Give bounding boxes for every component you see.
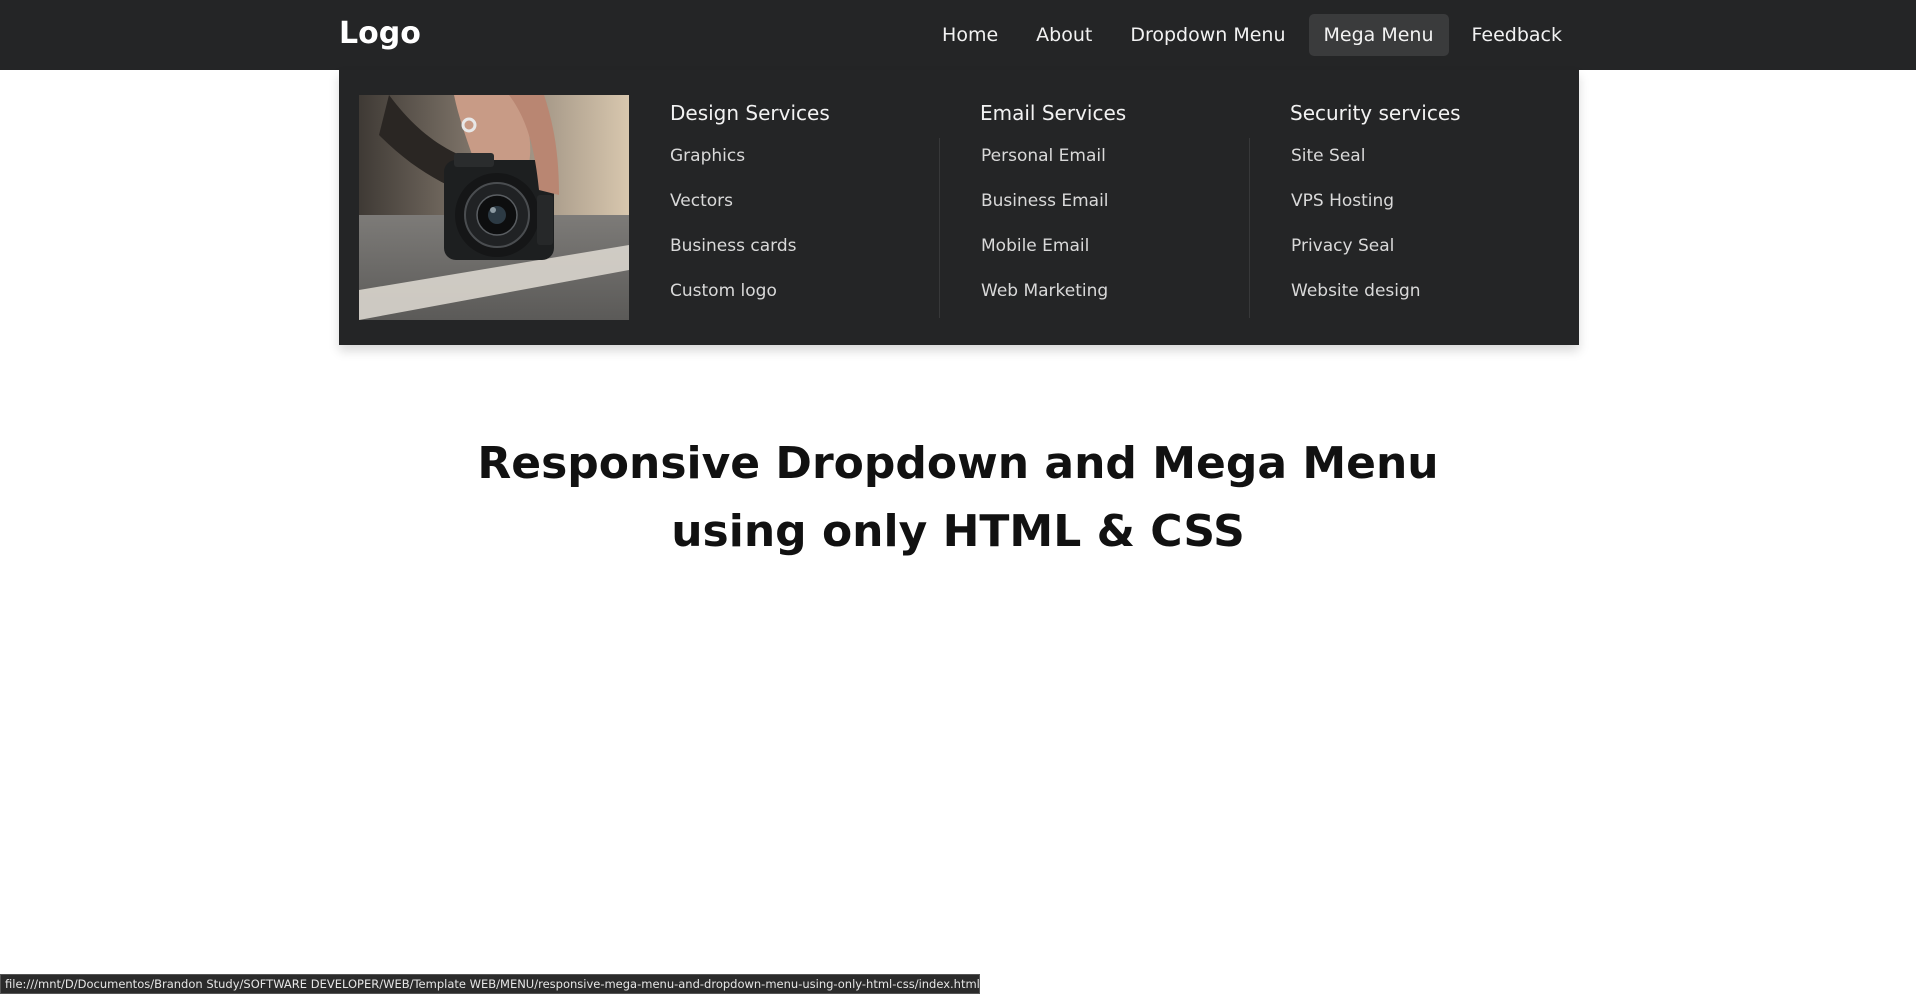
column-heading: Security services <box>1290 101 1461 125</box>
hero-line-2: using only HTML & CSS <box>671 506 1245 557</box>
menu-item[interactable]: Vectors <box>670 183 949 228</box>
column-list: Site Seal VPS Hosting Privacy Seal Websi… <box>1249 138 1569 318</box>
mega-menu-panel: Design Services Graphics Vectors Busines… <box>339 70 1579 345</box>
camera-photo-illustration <box>359 95 629 320</box>
menu-item[interactable]: Mobile Email <box>981 228 1259 273</box>
menu-item[interactable]: Web Marketing <box>981 273 1259 318</box>
menu-item[interactable]: Personal Email <box>981 138 1259 183</box>
status-bar-url: file:///mnt/D/Documentos/Brandon Study/S… <box>0 974 980 994</box>
column-heading: Email Services <box>980 101 1127 125</box>
mega-column-design-services: Design Services Graphics Vectors Busines… <box>669 98 949 318</box>
hero-line-1: Responsive Dropdown and Mega Menu <box>477 438 1439 489</box>
column-list: Graphics Vectors Business cards Custom l… <box>669 138 949 318</box>
nav-link-feedback[interactable]: Feedback <box>1457 14 1577 56</box>
nav-link-about[interactable]: About <box>1021 14 1107 56</box>
menu-item[interactable]: Business Email <box>981 183 1259 228</box>
nav-link-home[interactable]: Home <box>927 14 1013 56</box>
nav-link-dropdown-menu[interactable]: Dropdown Menu <box>1115 14 1300 56</box>
camera-photo <box>359 95 629 320</box>
column-heading: Design Services <box>670 101 830 125</box>
menu-item[interactable]: Site Seal <box>1291 138 1569 183</box>
nav-link-mega-menu[interactable]: Mega Menu <box>1308 14 1449 56</box>
column-list: Personal Email Business Email Mobile Ema… <box>939 138 1259 318</box>
menu-item[interactable]: Privacy Seal <box>1291 228 1569 273</box>
logo-link[interactable]: Logo <box>339 12 421 56</box>
menu-item[interactable]: Graphics <box>670 138 949 183</box>
hero-heading: Responsive Dropdown and Mega Menu using … <box>0 430 1916 566</box>
menu-item[interactable]: Website design <box>1291 273 1569 318</box>
menu-item[interactable]: Custom logo <box>670 273 949 318</box>
menu-item[interactable]: Business cards <box>670 228 949 273</box>
menu-item[interactable]: VPS Hosting <box>1291 183 1569 228</box>
mega-column-security-services: Security services Site Seal VPS Hosting … <box>1249 98 1569 318</box>
navbar: Logo Home About Dropdown Menu Mega Menu … <box>0 0 1916 70</box>
nav-links: Home About Dropdown Menu Mega Menu Feedb… <box>927 14 1577 56</box>
mega-column-email-services: Email Services Personal Email Business E… <box>939 98 1259 318</box>
